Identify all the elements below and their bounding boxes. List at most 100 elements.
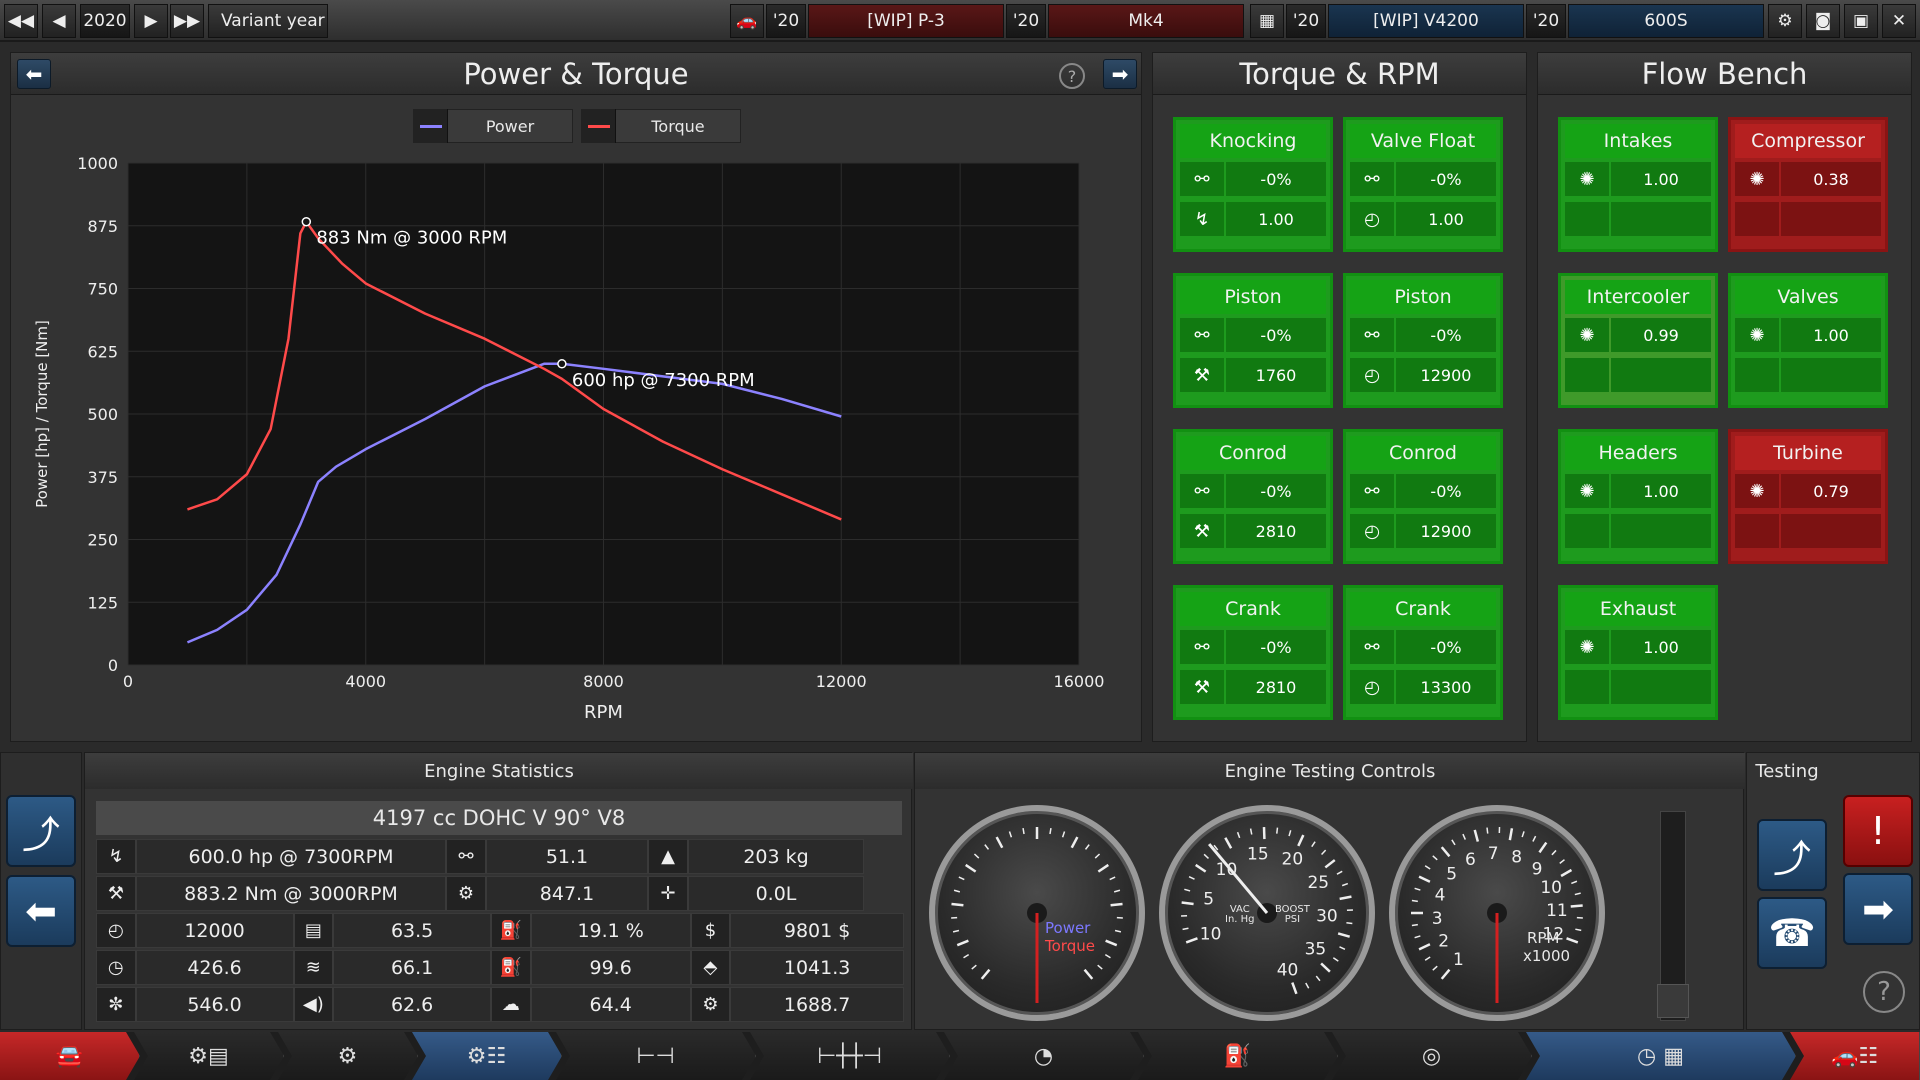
gauge-tick-label: 15	[1247, 845, 1269, 865]
slot4-name[interactable]: 600S	[1568, 4, 1764, 38]
flow-tile-headers: Headers ✺ 1.00	[1558, 429, 1718, 564]
gauge-tick	[1105, 939, 1118, 947]
torque-tile-knocking: Knocking ⚯ -0% ↯ 1.00	[1173, 117, 1333, 252]
gauge-tick	[1432, 855, 1438, 861]
gauge-tick	[1341, 882, 1349, 887]
gauge-tick	[1473, 829, 1480, 842]
dyno-button[interactable]: ☎	[1757, 897, 1827, 969]
economy-icon: ⚯	[446, 839, 486, 874]
tile-title: Knocking	[1180, 124, 1326, 158]
tab-chassis[interactable]: ⊢⊣	[556, 1032, 756, 1080]
flow-bench-panel: Flow Bench Intakes ✺ 1.00 Compressor ✺ 0.38 In…	[1537, 52, 1912, 742]
first-year-button[interactable]: ◀◀	[4, 4, 38, 38]
slot3-name[interactable]: [WIP] V4200	[1328, 4, 1524, 38]
gear-icon[interactable]: ⚙	[1768, 4, 1802, 38]
throttle-slider[interactable]	[1657, 811, 1689, 1021]
test-track-icon: ◷ ▦	[1637, 1043, 1684, 1069]
tab-gearbox[interactable]: ◎	[1332, 1032, 1532, 1080]
empty-cell	[1565, 670, 1609, 704]
tab-engine-tuning[interactable]: ⚙☷	[412, 1032, 562, 1080]
gauge-tick	[1432, 965, 1438, 971]
power-torque-panel: Power & Torque ⬅ ➡ ? Power Torque 0 4000 8…	[10, 52, 1142, 742]
gauge-tick-label: 11	[1546, 901, 1568, 921]
tile-title: Valve Float	[1350, 124, 1496, 158]
fuel-economy-icon: ≋	[293, 950, 334, 985]
save-icon[interactable]: ▣	[1844, 4, 1878, 38]
y-tick-label: 375	[87, 468, 118, 487]
tile-title: Intakes	[1565, 124, 1711, 158]
power-torque-gauge: Power Torque	[929, 805, 1145, 1021]
gauge-tick	[1532, 835, 1537, 842]
next-button[interactable]: ➡	[1843, 873, 1913, 945]
peak-marker	[557, 359, 567, 369]
tile-title: Piston	[1180, 280, 1326, 314]
empty-cell	[1611, 514, 1711, 548]
close-icon[interactable]: ✕	[1882, 4, 1916, 38]
gauge-tick	[1288, 830, 1292, 837]
engine-icon[interactable]: ▦	[1250, 4, 1284, 38]
tab-engine-family[interactable]: ⚙▤	[134, 1032, 284, 1080]
engine-tuning-icon: ⚙☷	[466, 1043, 507, 1069]
torque-icon: ⚒	[96, 876, 136, 911]
gauge-tick	[1570, 904, 1583, 908]
gauge-vac-label: VAC In. Hg	[1225, 904, 1255, 925]
slot2-year: '20	[1006, 4, 1046, 38]
gauge-tick	[1061, 831, 1066, 838]
rpm-icon: ◴	[1350, 202, 1394, 236]
gauge-tick	[1185, 937, 1198, 944]
camera-icon[interactable]: ◙	[1806, 4, 1840, 38]
gauge-tick-label: 4	[1435, 885, 1446, 905]
tab-car[interactable]: 🚘	[0, 1032, 140, 1080]
torque-loss-icon: ⚯	[1350, 630, 1394, 664]
next-year-button[interactable]: ▶	[134, 4, 168, 38]
last-year-button[interactable]: ▶▶	[170, 4, 204, 38]
tab-test-track[interactable]: ◷ ▦	[1526, 1032, 1796, 1080]
tile-value-2: 1760	[1226, 358, 1326, 392]
torque-tile-conrod: Conrod ⚯ -0% ◴ 12900	[1343, 429, 1503, 564]
wrench-icon: ⚒	[1180, 358, 1224, 392]
gauge-tick	[1559, 859, 1565, 864]
gearbox-icon: ◎	[1421, 1043, 1442, 1069]
slot1-name[interactable]: [WIP] P-3	[808, 4, 1004, 38]
gauge-tick	[1113, 889, 1121, 893]
gauge-tick-label: 20	[1282, 850, 1304, 870]
weight-icon: ▲	[648, 839, 688, 874]
run-graph-button[interactable]: ⤴	[1757, 819, 1827, 891]
help-icon[interactable]: ?	[1863, 971, 1905, 1013]
slot2-name[interactable]: Mk4	[1048, 4, 1244, 38]
flow-icon: ✺	[1735, 318, 1779, 352]
flow-icon: ✺	[1565, 474, 1609, 508]
peak-annotation: 600 hp @ 7300 RPM	[572, 370, 755, 391]
gauge-tick	[1297, 834, 1305, 847]
empty-cell	[1735, 514, 1779, 548]
stat-value: 66.1	[333, 950, 492, 985]
flow-tile-intercooler: Intercooler ✺ 0.99	[1558, 273, 1718, 408]
body-icon: ◔	[1033, 1043, 1054, 1069]
torque-loss-icon: ⚯	[1350, 474, 1394, 508]
car-icon[interactable]: 🚗	[730, 4, 764, 38]
tile-value-1: 1.00	[1611, 630, 1711, 664]
engine-description: 4197 cc DOHC V 90° V8	[96, 801, 902, 835]
empty-cell	[1565, 514, 1609, 548]
tab-engine-parts[interactable]: ⚙	[278, 1032, 418, 1080]
gauge-tick	[1346, 922, 1353, 925]
empty-cell	[1781, 358, 1881, 392]
flow-tile-compressor: Compressor ✺ 0.38	[1728, 117, 1888, 252]
flow-tile-valves: Valves ✺ 1.00	[1728, 273, 1888, 408]
gauge-tick	[1083, 968, 1094, 980]
prev-year-button[interactable]: ◀	[42, 4, 76, 38]
tab-export[interactable]: 🚗☷	[1790, 1032, 1920, 1080]
tab-fuel[interactable]: ⛽	[1138, 1032, 1338, 1080]
gauge-tick-label: 2	[1438, 931, 1449, 951]
gauge-tick	[1311, 841, 1316, 848]
tab-suspension[interactable]: ⊢┼┼⊣	[750, 1032, 950, 1080]
gauge-tick	[984, 844, 990, 850]
graph-view-button[interactable]: ⤴	[6, 795, 76, 867]
stat-row: ✼ 546.0 ◀) 62.6 ☁ 64.4 ⚙ 1688.7	[96, 987, 905, 1022]
stat-value: 1688.7	[730, 987, 905, 1022]
throttle-slider-handle[interactable]	[1657, 984, 1689, 1018]
stat-value: 546.0	[135, 987, 294, 1022]
tab-body[interactable]: ◔	[944, 1032, 1144, 1080]
warning-button[interactable]: !	[1843, 795, 1913, 867]
back-button[interactable]: ⬅	[6, 875, 76, 947]
